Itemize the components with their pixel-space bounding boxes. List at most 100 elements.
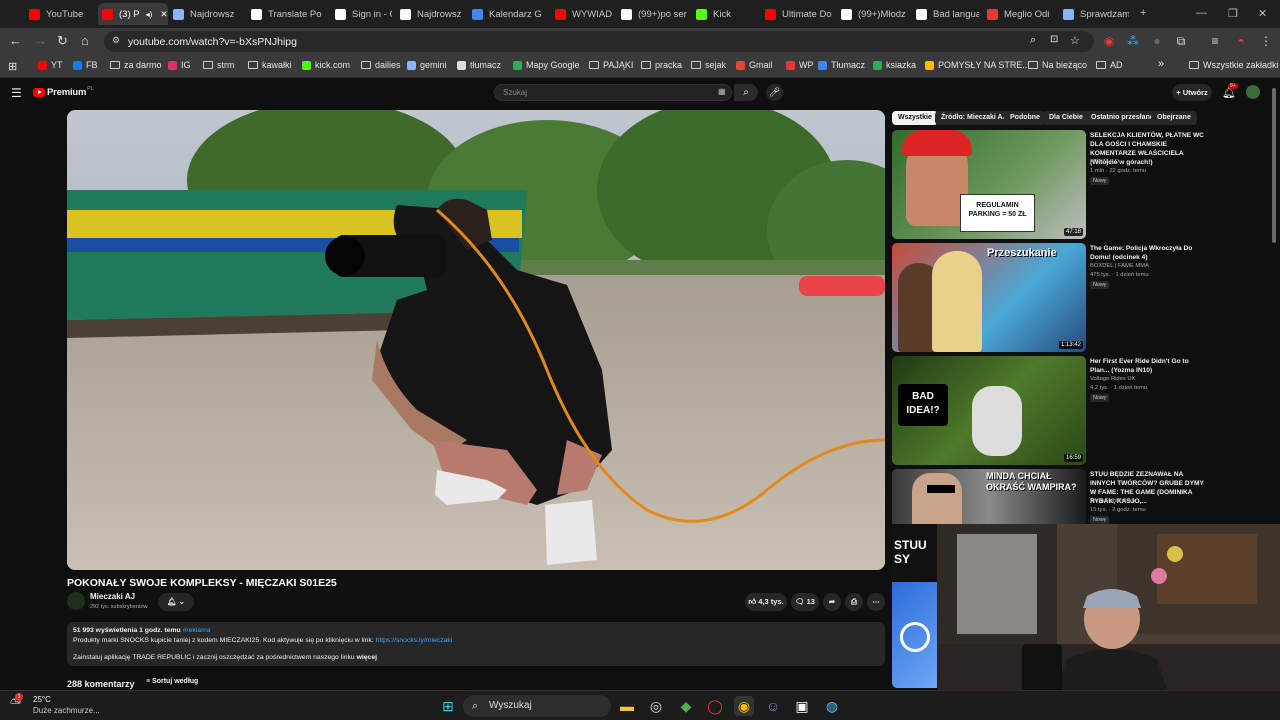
video-thumbnail[interactable]: STUU SY — [892, 524, 937, 580]
recommendation-item[interactable]: MINDA CHCIAŁ OKRAŚĆ WAMPIRA? STUU BĘDZIE… — [892, 469, 1212, 524]
comments-count-button[interactable]: 🗨︎ 13 — [791, 593, 819, 611]
forward-icon[interactable]: → — [34, 33, 47, 48]
filter-chip[interactable]: Ostatnio przesłane — [1085, 111, 1160, 125]
globe-app-icon[interactable]: ◍ — [822, 696, 842, 716]
taskbar-search-input[interactable]: ⌕ Wyszukaj — [463, 695, 611, 717]
browser-tab[interactable]: Sign in - Cli — [331, 3, 392, 25]
bookmark-link[interactable]: FB — [73, 60, 98, 70]
browser-tab[interactable]: Bad langua — [912, 3, 979, 25]
address-bar[interactable]: ⚙ youtube.com/watch?v=-bXsPNJhipg ⌕ ⊡ ☆ — [104, 31, 1094, 52]
share-icon[interactable]: ➦ — [823, 593, 841, 611]
minimize-icon[interactable]: — — [1196, 7, 1207, 19]
notes-app-icon[interactable]: ▣ — [792, 696, 812, 716]
chrome-icon[interactable]: ◉ — [734, 696, 754, 716]
bookmark-folder[interactable]: dailies — [361, 60, 401, 70]
all-bookmarks-folder[interactable]: Wszystkie zakładki — [1189, 60, 1279, 70]
bookmark-folder[interactable]: sejak — [691, 60, 726, 70]
bookmark-folder[interactable]: pracka — [641, 60, 682, 70]
bookmark-folder[interactable]: za darmo — [110, 60, 162, 70]
bookmarks-overflow-button[interactable]: » — [1158, 58, 1164, 70]
browser-tab[interactable]: WYWIAD Z — [551, 3, 613, 25]
browser-tab[interactable]: Translate Po — [247, 3, 327, 25]
filter-chip[interactable]: Obejrzane — [1151, 111, 1197, 125]
discord-icon[interactable]: ☺ — [763, 696, 783, 716]
more-actions-icon[interactable]: ⋯ — [867, 593, 885, 611]
recommendation-channel[interactable]: FreakFightPolska — [1090, 498, 1135, 504]
opera-icon[interactable]: ◯ — [705, 696, 725, 716]
obs-icon[interactable]: ◎ — [646, 696, 666, 716]
file-explorer-icon[interactable]: ▬ — [617, 696, 637, 716]
bookmark-link[interactable]: WP — [786, 60, 814, 70]
video-thumbnail[interactable]: REGULAMIN PARKING = 50 ZŁ 47:18 — [892, 130, 1086, 239]
browser-tab[interactable]: Najdrowsz — [396, 3, 464, 25]
browser-tab[interactable]: (99+)po ser — [617, 3, 688, 25]
bookmark-link[interactable]: ksiazka — [873, 60, 916, 70]
browser-shield-icon[interactable]: ◆ — [676, 696, 696, 716]
browser-tab[interactable]: YouTube — [25, 3, 94, 25]
recommendation-title[interactable]: Her First Ever Ride Didn't Go to Plan...… — [1090, 357, 1205, 375]
hashtag-link[interactable]: #reklama — [183, 627, 211, 634]
tab-audio-icon[interactable]: ◂) — [146, 10, 153, 19]
browser-tab[interactable]: Ultimate Do — [761, 3, 833, 25]
filter-chip[interactable]: Wszystkie — [892, 111, 938, 125]
bookmark-link[interactable]: YT — [38, 60, 63, 70]
back-icon[interactable]: ← — [9, 33, 22, 48]
bookmark-link[interactable]: Gmail — [736, 60, 773, 70]
recommendation-channel[interactable]: KRAZIULO — [1090, 159, 1119, 165]
filter-chip[interactable]: Dla Ciebie — [1043, 111, 1089, 125]
profile-avatar[interactable]: ◓ — [1234, 34, 1248, 48]
reload-icon[interactable]: ↻ — [57, 33, 68, 49]
menu-kebab-icon[interactable]: ⋮ — [1259, 34, 1273, 48]
bookmark-folder[interactable]: strm — [203, 60, 235, 70]
description-link[interactable]: https://snocks.ly/mieczaki — [376, 637, 453, 644]
browser-tab[interactable]: Kalendarz G — [468, 3, 547, 25]
translate-extension-icon[interactable]: ⁂ — [1126, 34, 1140, 48]
recommendation-item[interactable]: BAD IDEA!? 16:59 Her First Ever Ride Did… — [892, 356, 1212, 466]
bookmark-folder[interactable]: Na bieżąco — [1028, 60, 1087, 70]
bookmark-link[interactable]: IG — [168, 60, 191, 70]
browser-tab[interactable]: (3) P ◂) ✕ — [98, 3, 168, 25]
browser-tab[interactable]: Kick — [692, 3, 757, 25]
account-avatar[interactable] — [1246, 85, 1260, 99]
zoom-icon[interactable]: ⌕ — [1030, 34, 1036, 47]
channel-name[interactable]: Mieczaki AJ — [90, 592, 135, 601]
recommendation-title[interactable]: The Game: Policja Wkroczyła Do Domu! (od… — [1090, 244, 1205, 262]
video-description[interactable]: 51 993 wyświetlenia 1 godz. temu #reklam… — [67, 622, 885, 666]
bookmark-link[interactable]: POMYSŁY NA STRE... — [925, 60, 1030, 70]
hamburger-menu-icon[interactable]: ☰ — [11, 86, 22, 100]
sort-comments-button[interactable]: ≡ Sortuj według — [146, 678, 198, 685]
video-thumbnail[interactable]: MINDA CHCIAŁ OKRAŚĆ WAMPIRA? — [892, 469, 1086, 524]
video-thumbnail[interactable]: Przeszukanie 1:13:42 — [892, 243, 1086, 352]
bookmark-link[interactable]: Tłumacz — [818, 60, 865, 70]
create-button[interactable]: + Utwórz — [1172, 84, 1212, 101]
bookmark-folder[interactable]: kawałki — [248, 60, 292, 70]
site-info-icon[interactable]: ⚙ — [112, 35, 120, 46]
recommendation-item[interactable]: Przeszukanie 1:13:42 The Game: Policja W… — [892, 243, 1212, 353]
search-button[interactable]: ⌕ — [734, 84, 758, 101]
bookmark-link[interactable]: gemini — [407, 60, 447, 70]
youtube-logo[interactable]: Premium PL — [33, 86, 93, 98]
apps-grid-icon[interactable]: ⊞ — [8, 60, 17, 73]
like-button[interactable]: 👍︎ 4,3 tys. — [745, 593, 787, 611]
bookmark-folder[interactable]: PAJĄKI — [589, 60, 633, 70]
keyboard-icon[interactable]: ▦ — [718, 87, 726, 96]
bookmark-link[interactable]: tłumacz — [457, 60, 501, 70]
video-thumbnail[interactable]: BAD IDEA!? 16:59 — [892, 356, 1086, 465]
recommendation-item[interactable]: REGULAMIN PARKING = 50 ZŁ 47:18 SELEKCJA… — [892, 130, 1212, 240]
media-control-icon[interactable]: ≡ — [1208, 34, 1222, 48]
search-input[interactable]: Szukaj — [494, 84, 732, 101]
subscribed-bell-button[interactable]: 🔔︎ ⌄ — [158, 593, 194, 611]
maximize-icon[interactable]: ❐ — [1228, 7, 1238, 20]
voice-search-icon[interactable]: 🎤︎ — [766, 84, 783, 101]
bookmark-link[interactable]: kick.com — [302, 60, 350, 70]
browser-tab[interactable]: Najdrowsz — [169, 3, 243, 25]
home-icon[interactable]: ⌂ — [81, 33, 89, 48]
extensions-puzzle-icon[interactable]: ⧉ — [1174, 34, 1188, 48]
browser-tab[interactable]: (99+)Młodz — [837, 3, 908, 25]
tab-close-icon[interactable]: ✕ — [160, 9, 168, 20]
bookmark-star-icon[interactable]: ☆ — [1070, 34, 1080, 47]
recommendation-channel[interactable]: BOXDEL | FAME MMA — [1090, 263, 1149, 269]
close-window-icon[interactable]: ✕ — [1258, 7, 1267, 20]
show-more-button[interactable]: więcej — [357, 654, 377, 661]
filter-chip[interactable]: Podobne — [1004, 111, 1046, 125]
